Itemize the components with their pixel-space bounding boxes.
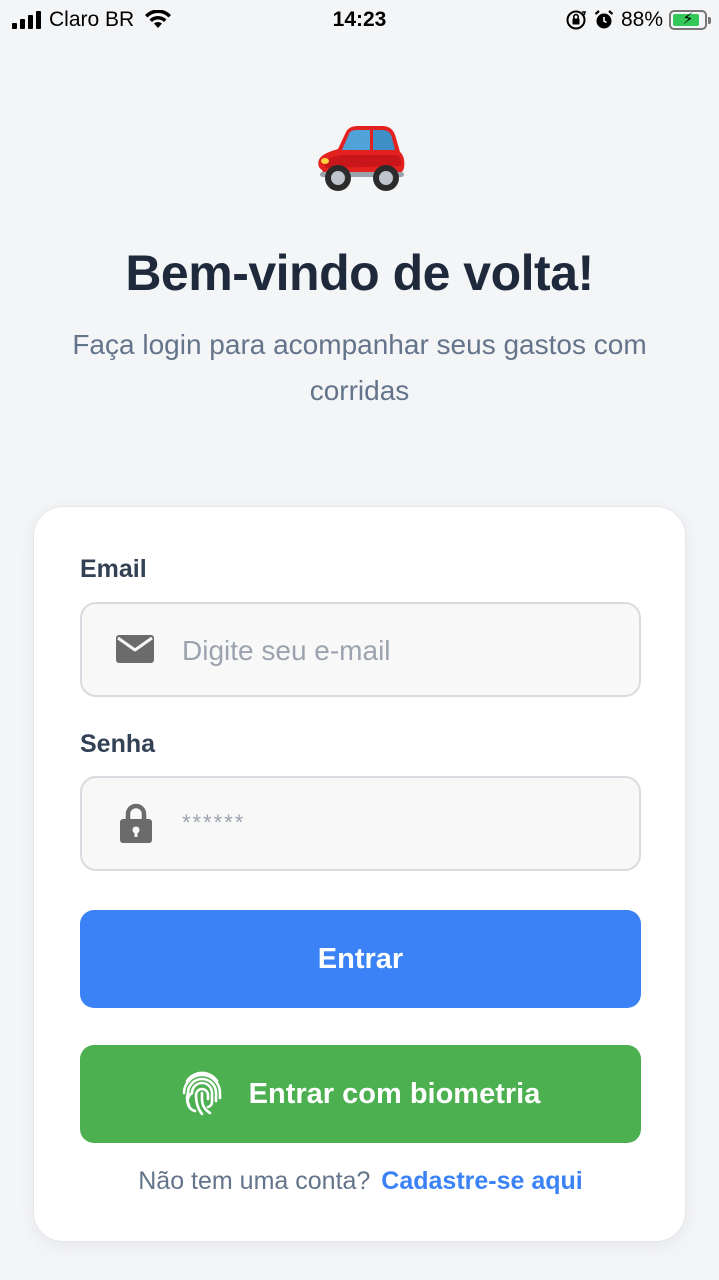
envelope-icon bbox=[115, 633, 155, 670]
battery-percent: 88% bbox=[620, 8, 663, 31]
car-logo-icon bbox=[0, 118, 719, 201]
lock-icon bbox=[119, 802, 153, 849]
email-field[interactable]: Digite seu e-mail bbox=[80, 602, 641, 697]
alarm-icon bbox=[594, 10, 614, 29]
battery-icon: ⚡ bbox=[669, 10, 711, 30]
password-field[interactable]: ****** bbox=[80, 776, 641, 871]
charging-bolt-icon: ⚡ bbox=[682, 11, 694, 28]
email-placeholder: Digite seu e-mail bbox=[182, 635, 391, 666]
page-subtitle: Faça login para acompanhar seus gastos c… bbox=[72, 329, 647, 406]
biometric-login-button[interactable]: Entrar com biometria bbox=[80, 1045, 641, 1143]
password-label: Senha bbox=[80, 730, 156, 758]
login-button-label: Entrar bbox=[317, 942, 404, 975]
biometric-button-label: Entrar com biometria bbox=[248, 1077, 541, 1110]
page-title: Bem-vindo de volta! bbox=[125, 245, 594, 301]
signup-prompt: Não tem uma conta? Cadastre-se aqui bbox=[34, 1167, 687, 1196]
login-screen: Claro BR 14:23 88% ⚡ Bem-vindo de volta!… bbox=[0, 0, 719, 1280]
password-placeholder: ****** bbox=[182, 810, 246, 835]
fingerprint-icon bbox=[181, 1071, 223, 1117]
status-right: 88% ⚡ bbox=[565, 8, 711, 32]
login-card: Email Digite seu e-mail Senha ****** Ent… bbox=[33, 506, 686, 1242]
signup-prompt-text: Não tem uma conta? bbox=[138, 1167, 371, 1195]
status-bar: Claro BR 14:23 88% ⚡ bbox=[0, 0, 719, 40]
email-label: Email bbox=[80, 555, 147, 583]
signup-link[interactable]: Cadastre-se aqui bbox=[381, 1167, 582, 1195]
login-button[interactable]: Entrar bbox=[80, 910, 641, 1008]
orientation-lock-icon bbox=[566, 10, 587, 30]
